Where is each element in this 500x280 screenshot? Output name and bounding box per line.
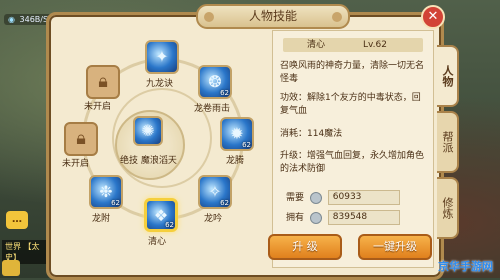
skill-label-qingxin: 清心 (148, 237, 167, 247)
skill-level: 62 (242, 141, 251, 149)
owned-coins-row: 拥有 839548 (286, 210, 400, 225)
status-bar: ◉ 346B/S (4, 14, 53, 25)
skill-slot-locked-2[interactable]: 🔒︎ (64, 122, 98, 156)
window-title-bar: 人物技能 (196, 4, 350, 29)
chat-button[interactable]: … (6, 211, 28, 229)
required-coins-row: 需要 60933 (286, 190, 400, 205)
skill-label-longfu: 龙附 (92, 214, 111, 224)
skill-label-jiulongjue: 九龙诀 (146, 79, 174, 89)
skill-description: 召唤风雨的神奇力量，清除一切无名怪毒 (280, 61, 425, 84)
skill-label-locked-2: 未开启 (62, 159, 90, 169)
silver-coin-icon (309, 211, 322, 224)
network-speed: 346B/S (19, 15, 49, 24)
close-button[interactable]: ✕ (421, 5, 445, 29)
skill-level: 62 (111, 199, 120, 207)
tab-guild-label: 帮派 (441, 131, 454, 153)
tab-cultivation[interactable]: 修炼 (437, 177, 459, 239)
title-ornament-right-icon (332, 12, 342, 22)
skill-longteng[interactable]: ✹ 62 (220, 117, 254, 151)
center-ultimate-skill[interactable]: ✺ (115, 110, 185, 180)
watermark-logo: 京华手游网 (438, 260, 493, 273)
lock-icon: 🔒︎ (98, 71, 108, 92)
bottom-left-button[interactable] (2, 260, 20, 276)
skill-level-text: Lv.62 (363, 40, 387, 50)
skill-level: 62 (220, 199, 229, 207)
owned-label: 拥有 (286, 213, 305, 223)
skill-longjuanyuji[interactable]: ❂ 62 (198, 65, 232, 99)
close-icon: ✕ (427, 9, 439, 24)
skill-label-longyin: 龙吟 (204, 214, 223, 224)
upgrade-button[interactable]: 升 级 (268, 234, 342, 260)
dragon-swirl-icon: ✦ (155, 47, 169, 66)
skill-label-longjuanyuji: 龙卷雨击 (194, 104, 231, 114)
lock-icon: 🔒︎ (76, 128, 86, 149)
owned-value: 839548 (327, 210, 400, 225)
skill-jiulongjue[interactable]: ✦ (145, 40, 179, 74)
skill-level: 62 (220, 89, 229, 97)
skill-label-locked-1: 未开启 (84, 102, 112, 112)
ultimate-skill-icon: ✺ (133, 116, 163, 146)
skill-qingxin[interactable]: ❖ 62 (144, 198, 178, 232)
skill-longyin[interactable]: ✧ 62 (198, 175, 232, 209)
title-ornament-left-icon (204, 12, 214, 22)
required-label: 需要 (286, 193, 305, 203)
skill-label-longteng: 龙腾 (226, 156, 245, 166)
tab-character-label: 人物 (441, 65, 454, 87)
skill-name: 清心 (307, 40, 326, 50)
window-title: 人物技能 (248, 9, 297, 23)
skill-name-bar: 清心 Lv.62 (283, 38, 423, 52)
skill-longfu[interactable]: ❉ 62 (89, 175, 123, 209)
wifi-icon: ◉ (8, 15, 15, 24)
silver-coin-icon (309, 191, 322, 204)
tab-cultivation-label: 修炼 (441, 197, 454, 219)
tab-character[interactable]: 人物 (437, 45, 459, 107)
skill-level: 62 (165, 221, 174, 229)
skill-effect: 功效：解除1个友方的中毒状态，回复气血 (280, 93, 421, 116)
side-tabs: 人物 帮派 修炼 (437, 45, 459, 243)
tab-guild[interactable]: 帮派 (437, 111, 459, 173)
required-value: 60933 (327, 190, 400, 205)
skill-upgrade-info: 升级：增强气血回复，永久增加角色的法术防御 (280, 151, 425, 174)
one-key-upgrade-button[interactable]: 一键升级 (358, 234, 432, 260)
skill-slot-locked-1[interactable]: 🔒︎ (86, 65, 120, 99)
skill-cost: 消耗：114魔法 (280, 129, 343, 139)
ultimate-skill-label: 绝技 魔浪滔天 (120, 156, 177, 166)
